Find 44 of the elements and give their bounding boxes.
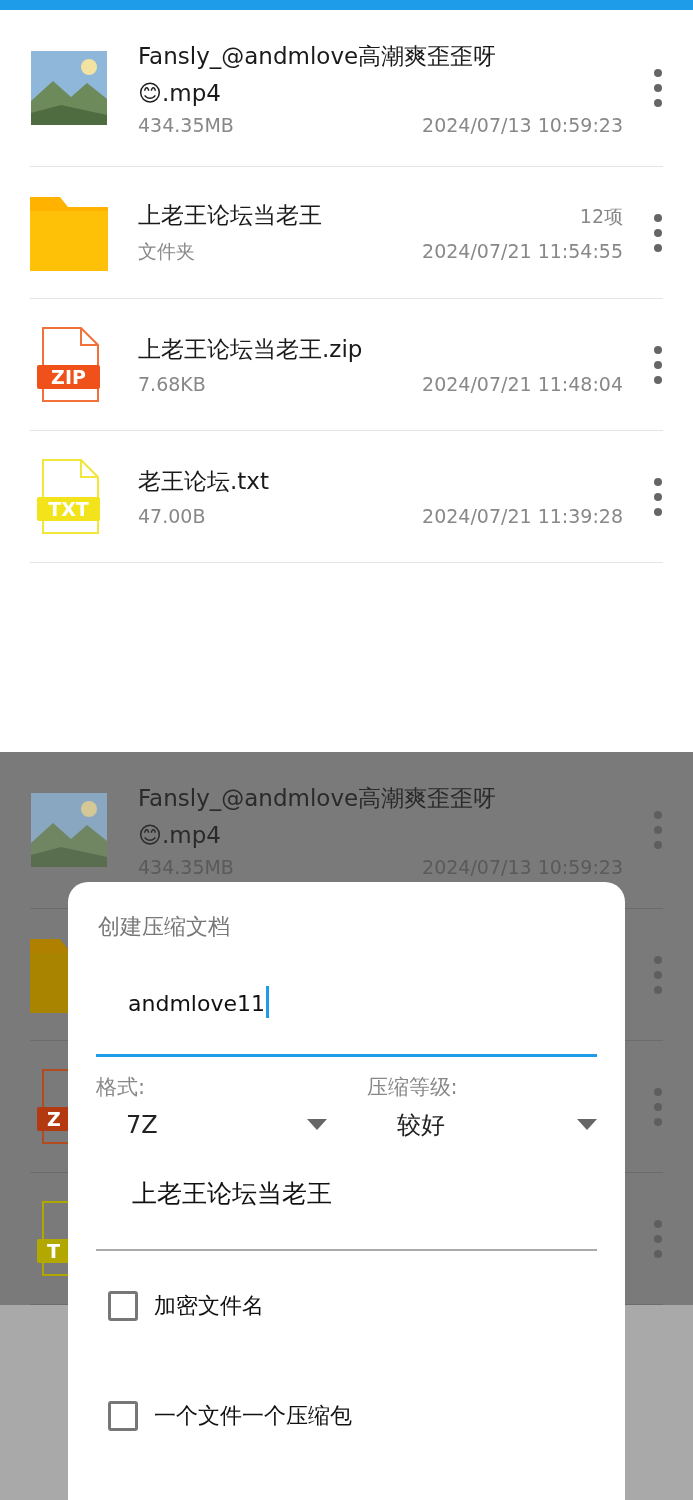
compression-level-label: 压缩等级: — [366, 1074, 459, 1101]
file-size: 434.35MB — [138, 113, 234, 136]
format-dropdown[interactable]: 7Z — [96, 1107, 327, 1143]
file-size: 文件夹 — [138, 239, 195, 264]
file-icon — [37, 458, 100, 534]
file-row[interactable]: ZIP 上老王论坛当老王.zip 7.68KB 2024/07/21 11:48:04 — [30, 299, 663, 431]
file-type-label: Z — [47, 1107, 61, 1130]
file-date: 2024/07/21 11:39:28 — [422, 505, 623, 527]
file-name: Fansly_@andmlove高潮爽歪歪呀 — [138, 41, 497, 71]
file-date: 2024/07/21 11:48:04 — [422, 373, 623, 395]
file-icon — [37, 326, 100, 402]
dropdown-icon — [306, 1119, 327, 1131]
file-size: 7.68KB — [138, 373, 206, 395]
file-size: 47.00B — [138, 505, 206, 527]
file-name: Fansly_@andmlove高潮爽歪歪呀 — [138, 783, 497, 813]
item-count: 12项 — [579, 204, 623, 229]
file-row[interactable]: Fansly_@andmlove高潮爽歪歪呀 😊.mp4 434.35MB 2024/07/13 10:59:23 — [30, 10, 663, 167]
source-field[interactable]: 上老王论坛当老王 — [96, 1177, 597, 1251]
file-date: 2024/07/13 10:59:23 — [422, 113, 623, 136]
file-name: 上老王论坛当老王 — [138, 201, 322, 230]
folder-icon — [30, 194, 108, 271]
file-row[interactable]: TXT 老王论坛.txt 47.00B 2024/07/21 11:39:28 — [30, 431, 663, 563]
file-date: 2024/07/21 11:54:55 — [422, 240, 623, 262]
file-row[interactable]: 上老王论坛当老王 12项 文件夹 2024/07/21 11:54:55 — [30, 167, 663, 299]
dialog-title: 创建压缩文档 — [98, 913, 231, 941]
more-icon[interactable] — [653, 68, 663, 108]
dropdown-icon — [577, 1119, 597, 1131]
option-label: 一个文件一个压缩包 — [154, 1402, 352, 1430]
file-type-label: TXT — [48, 497, 89, 520]
file-name: 😊.mp4 — [138, 821, 222, 848]
more-icon[interactable] — [653, 476, 663, 517]
option-label: 加密文件名 — [154, 1292, 264, 1320]
compression-level-dropdown[interactable]: 较好 — [366, 1107, 597, 1143]
file-type-label: T — [47, 1239, 60, 1262]
file-name: 老王论坛.txt — [138, 467, 269, 496]
checkbox[interactable] — [108, 1291, 138, 1321]
file-name: 😊.mp4 — [138, 79, 222, 106]
checkbox[interactable] — [108, 1401, 138, 1431]
format-label: 格式: — [96, 1074, 147, 1101]
file-name: 上老王论坛当老王.zip — [138, 335, 363, 364]
archive-name-field[interactable]: andmlove11 — [96, 986, 597, 1057]
file-type-label: ZIP — [51, 365, 86, 388]
more-icon[interactable] — [653, 212, 663, 253]
more-icon[interactable] — [653, 344, 663, 385]
